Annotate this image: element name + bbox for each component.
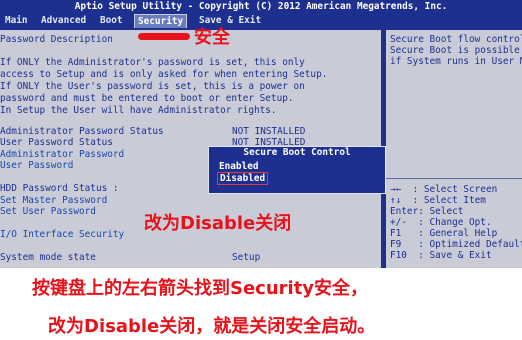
help-panel: Secure Boot flow control Secure Boot is … bbox=[386, 30, 522, 268]
help-divider bbox=[386, 178, 522, 179]
tab-security[interactable]: Security bbox=[134, 14, 188, 28]
help-line-1: Secure Boot flow control bbox=[390, 34, 522, 45]
set-master-password-item[interactable]: Set Master Password bbox=[0, 195, 107, 207]
set-user-password-item[interactable]: Set User Password bbox=[0, 206, 96, 218]
tab-main[interactable]: Main bbox=[2, 14, 31, 28]
bios-screen: Aptio Setup Utility - Copyright (C) 2012… bbox=[0, 0, 522, 268]
user-password-status-label: User Password Status bbox=[0, 137, 113, 148]
admin-password-status-value: NOT INSTALLED bbox=[232, 126, 306, 137]
description-line-1: If ONLY the Administrator's password is … bbox=[0, 57, 305, 68]
key-help-general-help: F1 : General Help bbox=[390, 228, 498, 239]
key-help-select-screen: →← : Select Screen bbox=[390, 184, 498, 195]
description-line-2: access to Setup and is only asked for wh… bbox=[0, 69, 328, 80]
tab-boot[interactable]: Boot bbox=[97, 14, 126, 28]
disable-annotation: 改为Disable关闭 bbox=[144, 213, 292, 234]
key-help-select-item: ↑↓ : Select Item bbox=[390, 195, 486, 206]
system-mode-state-label: System mode state bbox=[0, 252, 96, 263]
description-line-4: password and must be entered to boot or … bbox=[0, 93, 294, 104]
option-enabled[interactable]: Enabled bbox=[219, 161, 259, 172]
io-interface-security-item[interactable]: I/O Interface Security bbox=[0, 229, 124, 241]
admin-password-status-label: Administrator Password Status bbox=[0, 126, 164, 137]
hdd-password-status-label: HDD Password Status : bbox=[0, 183, 119, 194]
tab-advanced[interactable]: Advanced bbox=[38, 14, 89, 28]
description-line-5: In Setup the User will have Administrato… bbox=[0, 105, 277, 116]
option-disabled[interactable]: Disabled bbox=[217, 172, 269, 185]
caption-line-2: 改为Disable关闭，就是关闭安全启动。 bbox=[48, 316, 376, 337]
administrator-password-item[interactable]: Administrator Password bbox=[0, 149, 124, 161]
key-help-optimized-defaults: F9 : Optimized Default bbox=[390, 239, 522, 250]
title-bar: Aptio Setup Utility - Copyright (C) 2012… bbox=[0, 0, 522, 14]
key-help-change-opt: +/- : Change Opt. bbox=[390, 217, 492, 228]
password-description-heading: Password Description bbox=[0, 34, 113, 45]
description-line-3: If ONLY the User's password is set, this… bbox=[0, 81, 305, 92]
help-line-3: if System runs in User M bbox=[390, 56, 522, 67]
tab-save-exit[interactable]: Save & Exit bbox=[196, 14, 264, 28]
caption-area: 按键盘上的左右箭头找到Security安全， 改为Disable关闭，就是关闭安… bbox=[0, 268, 522, 340]
caption-line-1: 按键盘上的左右箭头找到Security安全， bbox=[32, 278, 369, 299]
security-annotation: 安全 bbox=[194, 27, 230, 48]
security-tab-highlight-mark bbox=[138, 33, 190, 40]
tab-bar: Main Advanced Boot Security Save & Exit bbox=[0, 14, 522, 28]
popup-title: Secure Boot Control bbox=[243, 147, 351, 158]
system-mode-state-value: Setup bbox=[232, 252, 261, 263]
key-help-enter: Enter: Select bbox=[390, 206, 464, 217]
secure-boot-control-popup: Secure Boot Control Enabled Disabled bbox=[208, 146, 386, 194]
user-password-item[interactable]: User Password bbox=[0, 160, 73, 172]
help-line-2: Secure Boot is possible bbox=[390, 45, 520, 56]
key-help-save-exit: F10 : Save & Exit bbox=[390, 250, 492, 261]
